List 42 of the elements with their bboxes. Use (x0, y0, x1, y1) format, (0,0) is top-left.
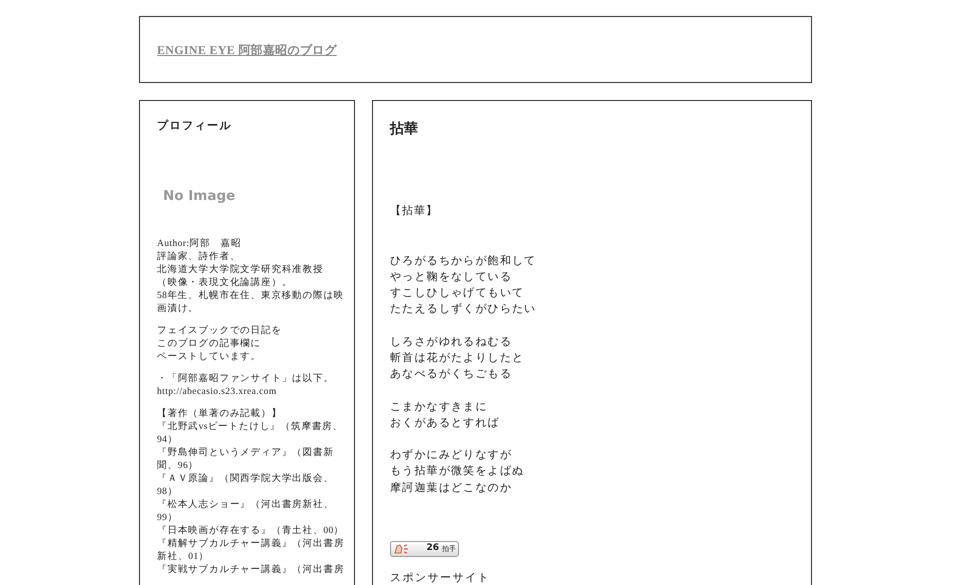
profile-text-line: http://abecasio.s23.xrea.com (157, 386, 277, 398)
profile-text-line: ・「阿部嘉昭ファンサイト」は以下。 (157, 372, 334, 386)
poem-line: ひろがるちからが飽和して (390, 254, 536, 268)
profile-text-line: 『野島伸司というメディア』（図書新 (157, 446, 334, 460)
profile-text-line: 北海道大学大学院文学研究科准教授 (157, 264, 324, 276)
profile-text-line: 98） (157, 486, 178, 498)
poem-line: 斬首は花がたよりしたと (390, 350, 524, 366)
profile-text-line: 『日本映画が存在する』（青土社、00） (157, 524, 344, 538)
post-title: 拈華 (390, 120, 419, 139)
poem-line: あなべるがくちごもる (390, 367, 512, 382)
profile-text-line: 『北野武vsビートたけし』（筑摩書房、 (157, 420, 344, 434)
poem-line: しろさがゆれるねむる (390, 334, 512, 350)
profile-text-line: 『松本人志ショー』（河出書房新社、 (157, 498, 334, 512)
profile-text-line: 画漬け。 (157, 302, 199, 316)
poem-line: おくがあるとすれば (390, 416, 500, 431)
profile-text-line: 58年生、札幌市在住、東京移動の際は映 (157, 290, 344, 302)
poem-line: 摩訶迦葉はどこなのか (390, 480, 512, 496)
poem-line: もう拈華が微笑をよばぬ (390, 464, 524, 480)
profile-text-line: 『ＡＶ原論』（関西学院大学出版会、 (157, 472, 334, 486)
profile-text-line: 聞、96） (157, 460, 198, 472)
profile-text-line: このブログの記事欄に (157, 338, 261, 350)
profile-text-line: 94） (157, 434, 178, 446)
poem-line: やっと鞠をなしている (390, 270, 512, 285)
poem-line: たたえるしずくがひらたい (390, 302, 536, 318)
sponsor-heading: スポンサーサイト (390, 571, 491, 585)
poem-line: こまかなすきまに (390, 400, 488, 415)
profile-text-line: 評論家、詩作者、 (157, 250, 240, 264)
profile-text-line: （映像・表現文化論講座）。 (157, 276, 292, 290)
profile-image: No Image (162, 187, 236, 206)
profile-text-line: ペーストしています。 (157, 350, 261, 364)
poem-line: わずかにみどりなすが (390, 448, 512, 464)
profile-text-line: 新社、01） (157, 550, 209, 564)
profile-text-line: フェイスブックでの日記を (157, 324, 282, 338)
poem-line: すこしひしゃげてもいて (390, 286, 524, 302)
sidebar-heading: プロフィール (157, 118, 233, 134)
profile-text-line: 『実戦サブカルチャー講義』（河出書房 (157, 564, 344, 576)
post-subtitle: 【拈華】 (390, 204, 439, 219)
profile-text-line: 【著作（単著のみ記載）】 (157, 408, 282, 420)
profile-text-line: 99） (157, 512, 178, 524)
profile-text-line: 『精解サブカルチャー講義』（河出書房 (157, 538, 344, 550)
blog-title-link[interactable]: ENGINE EYE 阿部嘉昭のブログ (157, 40, 337, 58)
profile-text-line: Author:阿部 嘉昭 (157, 238, 242, 250)
